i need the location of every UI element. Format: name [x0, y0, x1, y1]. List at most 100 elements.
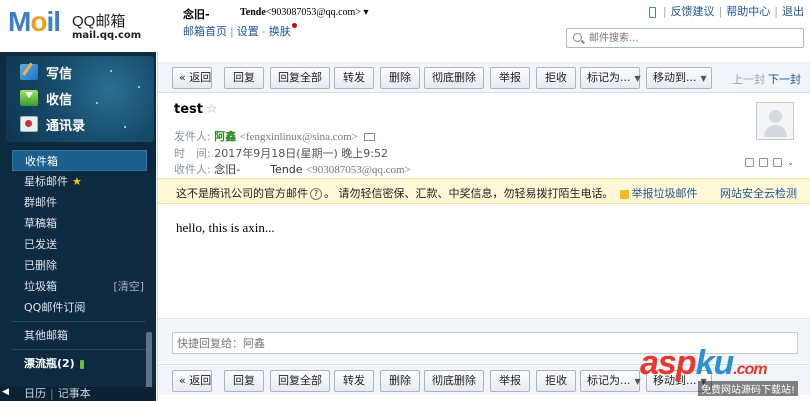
mail-header: test ☆ 发件人: 阿鑫 <fengxinlinux@sina.com> 时 …	[164, 94, 804, 227]
top-toolbar: « 返回 回复 回复全部 转发 删除 彻底删除 举报 拒收 标记为... ▼ 移动…	[158, 62, 810, 93]
next-mail-link[interactable]: 下一封	[768, 71, 801, 87]
contacts-button[interactable]: 通讯录	[20, 114, 85, 134]
sidebar-item-sent[interactable]: 已发送	[0, 234, 156, 255]
report-icon	[619, 189, 629, 199]
security-check-link[interactable]: 网站安全云检测	[720, 185, 797, 201]
calendar-link[interactable]: 日历	[24, 387, 46, 400]
sidebar-item-spam[interactable]: 垃圾箱 [清空]	[0, 276, 156, 297]
forward-button[interactable]: 转发	[334, 370, 374, 392]
logo-qq-text: QQ邮箱	[72, 13, 126, 30]
qq-mail-logo[interactable]: Moil QQ邮箱 mail.qq.com	[8, 6, 141, 41]
settings-link[interactable]: 设置	[237, 25, 259, 38]
user-alias: Tende	[240, 7, 266, 18]
back-button[interactable]: « 返回	[172, 67, 212, 89]
warning-main: 这不是腾讯公司的官方邮件	[176, 187, 308, 200]
sidebar-item-starred[interactable]: 星标邮件 ★	[0, 171, 156, 192]
mail-search-box[interactable]	[566, 28, 804, 48]
mark-as-dropdown[interactable]: 标记为... ▼	[580, 370, 641, 392]
mail-subject: test ☆	[174, 102, 218, 117]
permanent-delete-button[interactable]: 彻底删除	[424, 67, 484, 89]
receive-icon	[20, 90, 38, 106]
back-button[interactable]: « 返回	[172, 370, 212, 392]
logo-url-text: mail.qq.com	[72, 30, 142, 41]
security-warning-bar: 这不是腾讯公司的官方邮件?。 请勿轻信密保、汇款、中奖信息，勿轻易拨打陌生电话。…	[158, 178, 810, 204]
compose-label: 写信	[46, 66, 73, 82]
permanent-delete-button[interactable]: 彻底删除	[424, 370, 484, 392]
reply-button[interactable]: 回复	[224, 67, 264, 89]
compose-icon	[20, 64, 38, 80]
sidebar-item-label: 垃圾箱	[24, 280, 57, 293]
delete-button[interactable]: 删除	[380, 67, 420, 89]
reject-button[interactable]: 拒收	[536, 67, 576, 89]
reply-all-button[interactable]: 回复全部	[270, 67, 330, 89]
logout-link[interactable]: 退出	[782, 5, 804, 18]
reject-button[interactable]: 拒收	[536, 370, 576, 392]
save-icon[interactable]	[773, 158, 783, 167]
sender-name[interactable]: 阿鑫	[214, 130, 236, 143]
account-dropdown-icon[interactable]: ▾	[363, 7, 368, 18]
mailbox-home-link[interactable]: 邮箱首页	[183, 25, 227, 38]
mark-as-label: 标记为...	[587, 71, 631, 84]
search-icon[interactable]	[573, 33, 582, 42]
previous-mail-link[interactable]: 上一封	[732, 71, 765, 87]
move-to-dropdown[interactable]: 移动到...▼	[646, 67, 712, 89]
report-button[interactable]: 举报	[490, 370, 530, 392]
header-links: 邮箱首页 | 设置 - 换肤	[183, 23, 297, 39]
logo-mail-wordmark: Moil	[8, 6, 61, 37]
recipient-name[interactable]: 念旧-	[214, 163, 240, 176]
contacts-label: 通讯录	[46, 118, 86, 134]
reply-all-button[interactable]: 回复全部	[270, 370, 330, 392]
notes-link[interactable]: 记事本	[58, 387, 91, 400]
warning-text: 这不是腾讯公司的官方邮件?。 请勿轻信密保、汇款、中奖信息，勿轻易拨打陌生电话。…	[176, 185, 698, 201]
report-junk-link[interactable]: 举报垃圾邮件	[632, 187, 698, 200]
watermark-com: .com	[733, 361, 767, 378]
subject-text: test	[174, 102, 203, 117]
compose-button[interactable]: 写信	[20, 62, 72, 82]
sidebar-item-inbox[interactable]: 收件箱	[12, 150, 147, 171]
user-email[interactable]: Tende<903087053@qq.com> ▾	[240, 7, 369, 18]
receive-button[interactable]: 收信	[20, 88, 72, 108]
warning-detail: 。 请勿轻信密保、汇款、中奖信息，勿轻易拨打陌生电话。	[324, 187, 614, 200]
change-skin-link[interactable]: 换肤	[269, 25, 291, 38]
header: Moil QQ邮箱 mail.qq.com 念旧- Tende<90308705…	[0, 0, 810, 52]
sidebar-scrollbar[interactable]	[146, 332, 152, 392]
mobile-phone-icon[interactable]	[648, 6, 656, 18]
forward-button[interactable]: 转发	[334, 67, 374, 89]
top-right-links: | 反馈建议 | 帮助中心 | 退出	[648, 3, 804, 19]
print-icon[interactable]	[759, 158, 769, 167]
empty-spam-link[interactable]: [清空]	[113, 276, 144, 297]
new-window-icon[interactable]	[745, 158, 755, 167]
star-toggle-icon[interactable]: ☆	[206, 102, 218, 117]
mail-body: hello, this is axin...	[176, 220, 275, 235]
mark-as-dropdown[interactable]: 标记为... ▼	[580, 67, 641, 89]
mail-search-input[interactable]	[589, 31, 799, 45]
sidebar-item-label: 星标邮件	[24, 175, 68, 188]
contacts-icon	[20, 116, 38, 132]
recipient-address: <903087053@qq.com>	[306, 164, 411, 176]
delete-button[interactable]: 删除	[380, 370, 420, 392]
report-button[interactable]: 举报	[490, 67, 530, 89]
bottle-icon	[79, 359, 84, 369]
receive-label: 收信	[46, 92, 73, 108]
user-name: 念旧-	[183, 8, 210, 21]
sidebar-item-group-mail[interactable]: 群邮件	[0, 192, 156, 213]
more-options-icon[interactable]: ⌄	[787, 158, 794, 167]
sender-avatar[interactable]	[756, 102, 794, 140]
feedback-link[interactable]: 反馈建议	[671, 5, 715, 18]
sidebar-item-drafts[interactable]: 草稿箱	[0, 213, 156, 234]
reply-button[interactable]: 回复	[224, 370, 264, 392]
sidebar-item-other-mailboxes[interactable]: 其他邮箱	[0, 325, 156, 346]
vcard-icon[interactable]	[363, 133, 375, 141]
watermark-ku: ku	[695, 344, 735, 382]
mark-as-label: 标记为...	[587, 374, 631, 387]
recipient-row: 收件人: 念旧- Tende <903087053@qq.com>	[174, 161, 411, 177]
sidebar-item-subscriptions[interactable]: QQ邮件订阅	[0, 297, 156, 318]
sidebar-item-deleted[interactable]: 已删除	[0, 255, 156, 276]
mail-mini-tools: ⌄	[745, 158, 794, 167]
recipient-alias: Tende	[270, 163, 303, 176]
help-center-link[interactable]: 帮助中心	[726, 5, 770, 18]
sidebar-item-drift-bottle[interactable]: 漂流瓶(2)	[0, 353, 156, 374]
collapse-arrow-icon[interactable]: ◀	[2, 385, 9, 399]
sidebar-divider	[12, 349, 146, 350]
question-icon[interactable]: ?	[310, 188, 322, 200]
